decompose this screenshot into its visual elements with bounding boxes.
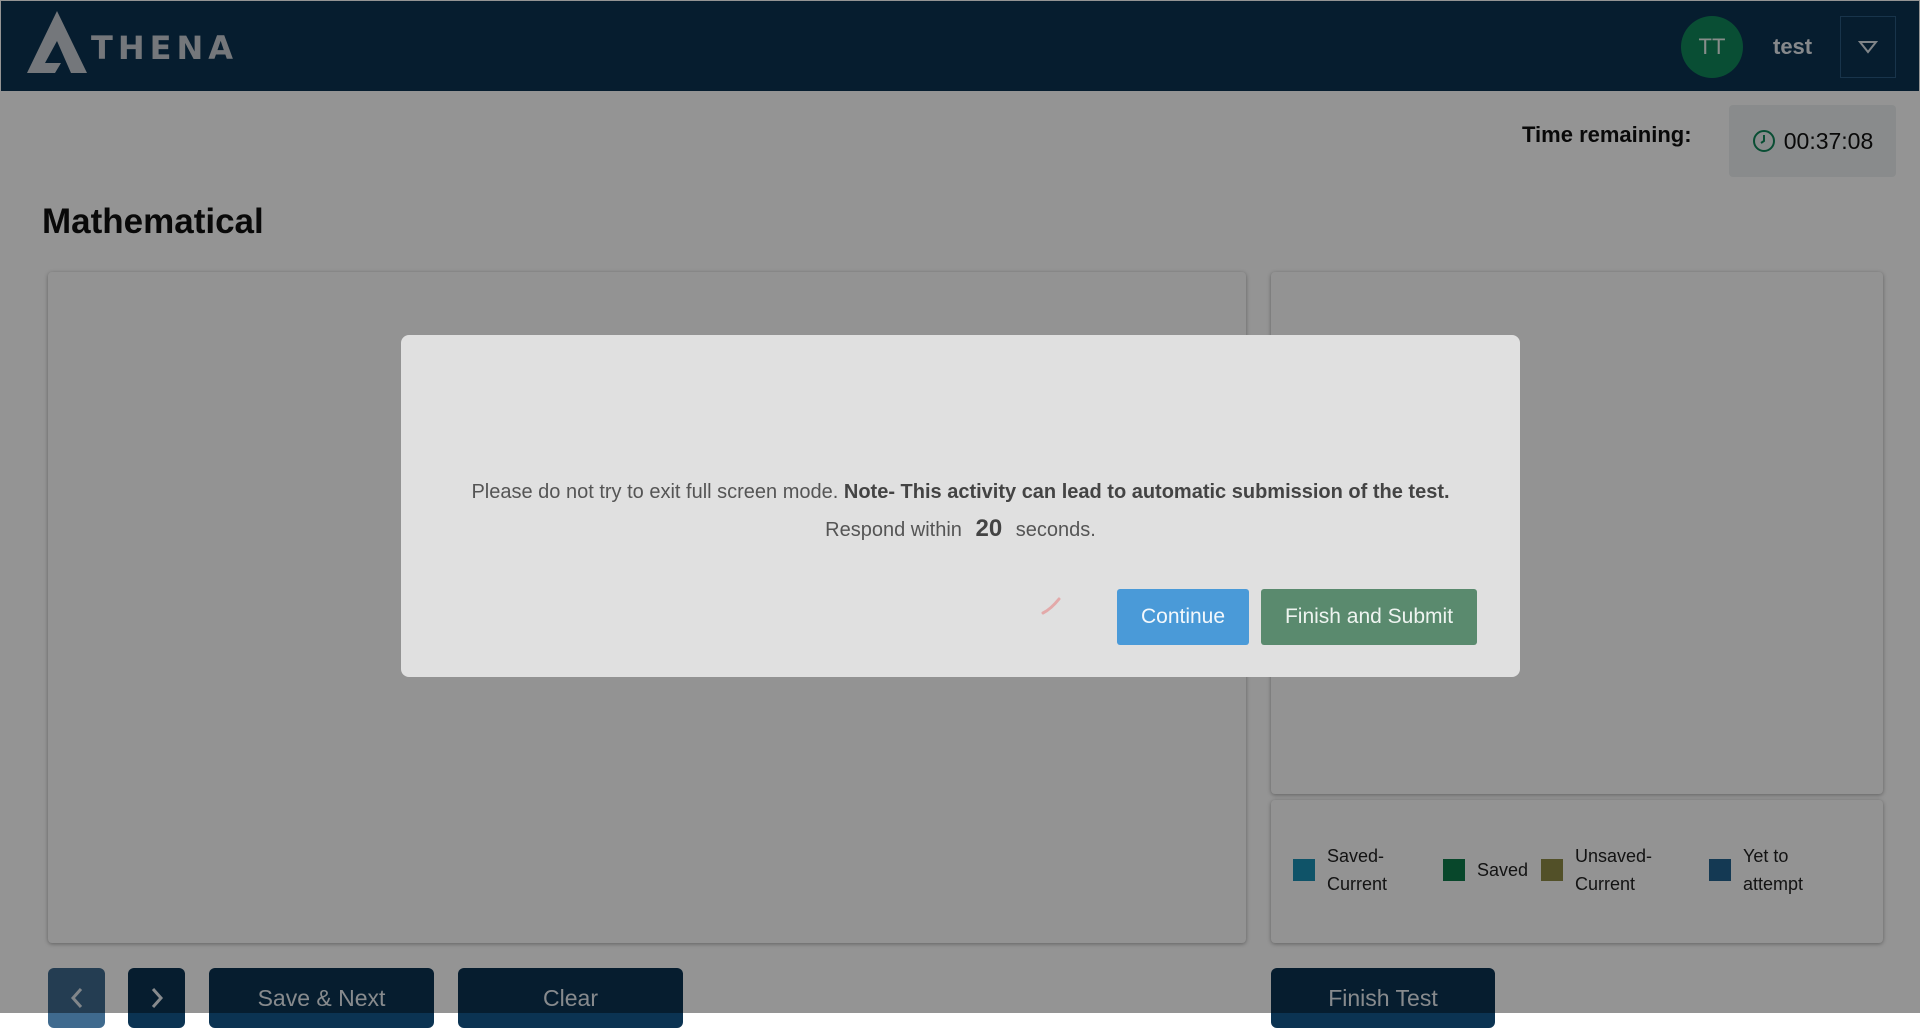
loading-spinner-icon xyxy=(1041,597,1061,615)
respond-suffix: seconds. xyxy=(1015,519,1096,541)
warning-text: Please do not try to exit full screen mo… xyxy=(471,481,839,503)
fullscreen-warning-dialog: Please do not try to exit full screen mo… xyxy=(401,335,1520,677)
continue-button[interactable]: Continue xyxy=(1117,589,1249,645)
respond-countdown: Respond within 20 seconds. xyxy=(401,515,1520,543)
warning-message: Please do not try to exit full screen mo… xyxy=(401,481,1520,504)
finish-and-submit-button[interactable]: Finish and Submit xyxy=(1261,589,1477,645)
warning-note: Note- This activity can lead to automati… xyxy=(843,481,1450,503)
respond-prefix: Respond within xyxy=(825,519,962,541)
countdown-value: 20 xyxy=(975,515,1003,542)
